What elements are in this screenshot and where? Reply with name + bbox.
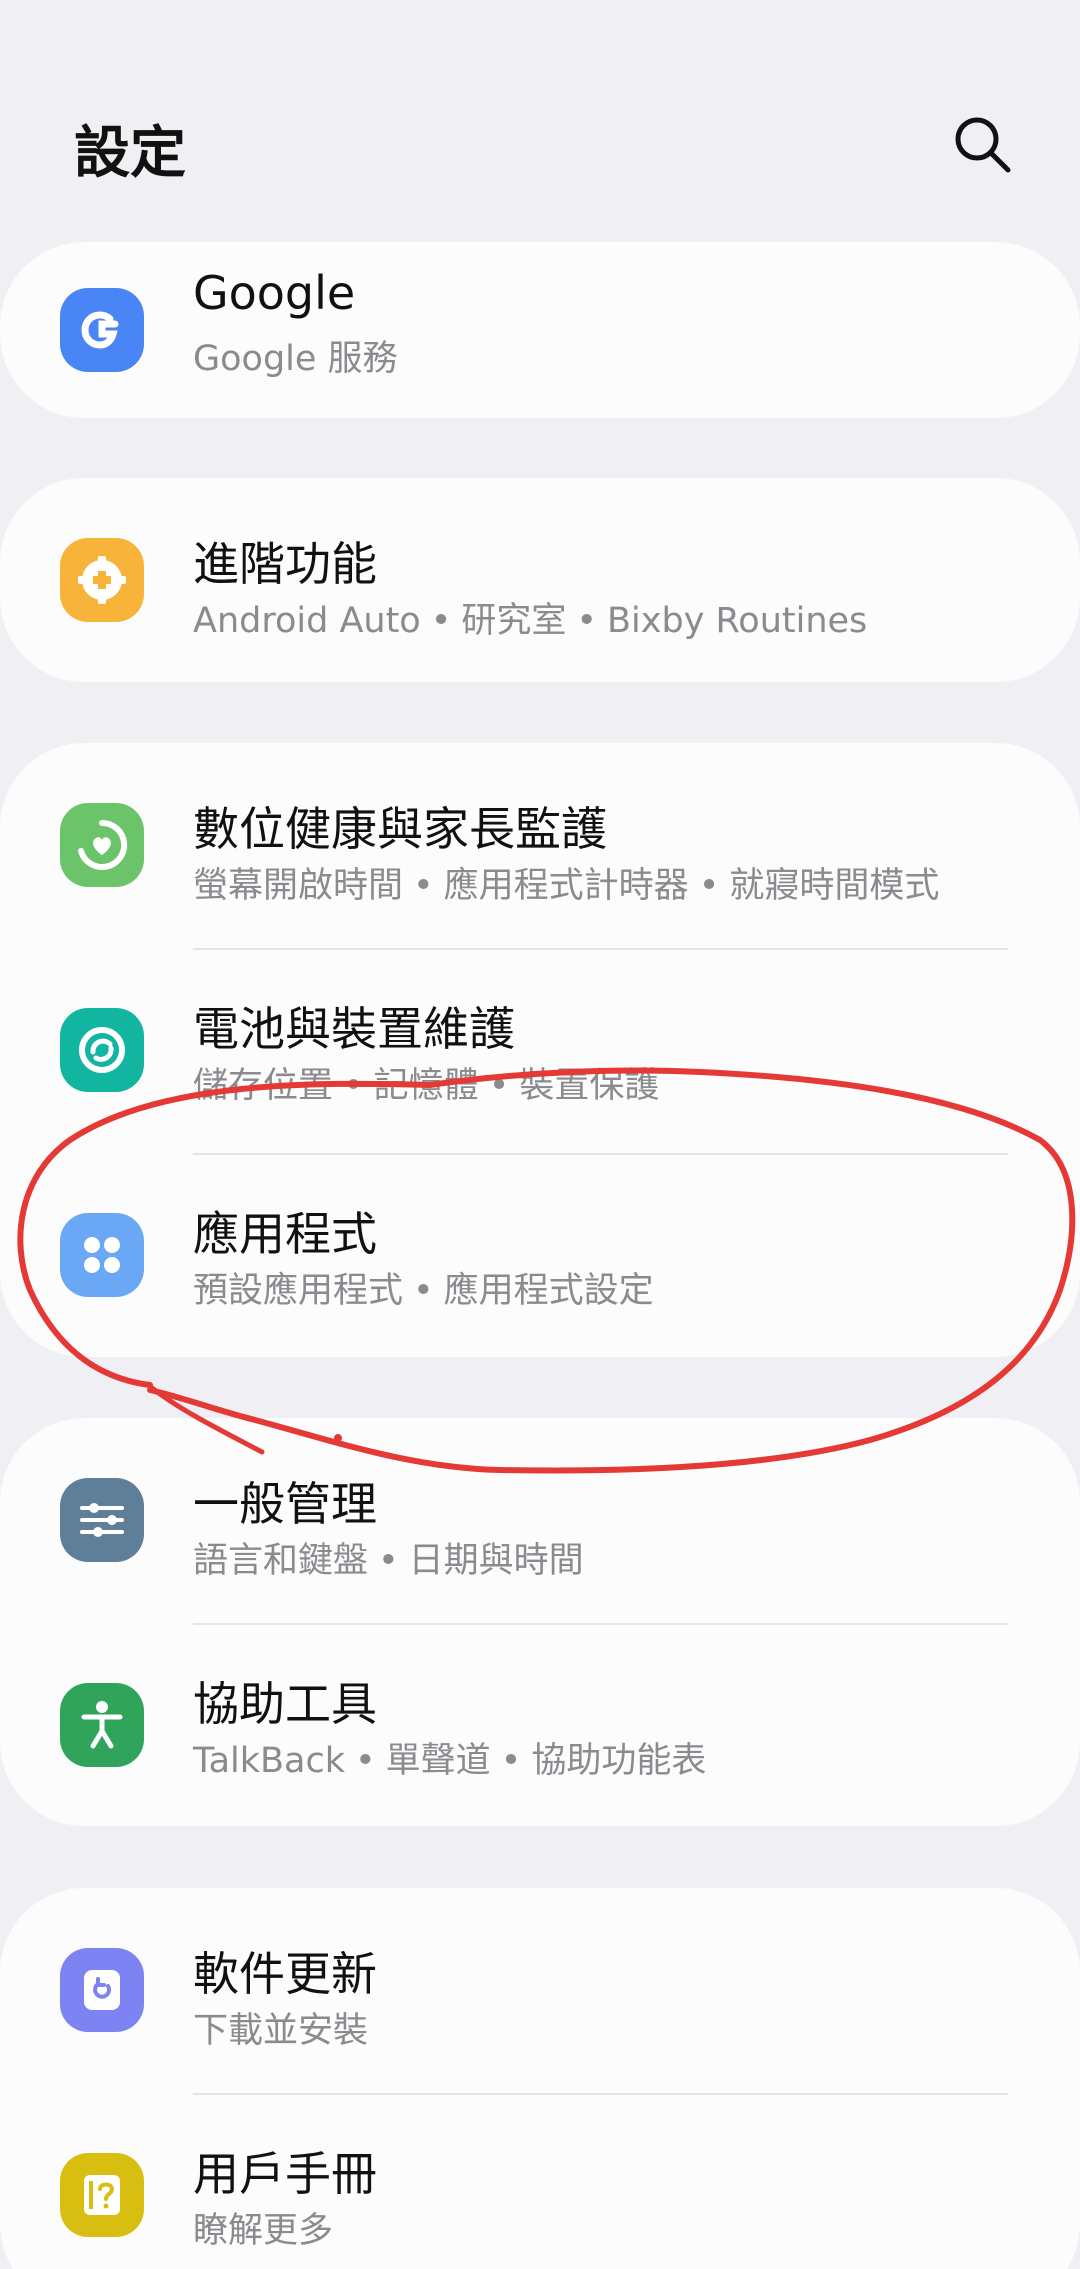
subtitle-part: 單聲道 [385, 1741, 491, 1781]
settings-item-label: 進階功能 [193, 537, 377, 591]
card-device: 數位健康與家長監護 螢幕開啟時間 • 應用程式計時器 • 就寢時間模式 電池與裝置維護 … [0, 743, 1080, 1357]
settings-item-label: 數位健康與家長監護 [193, 802, 607, 856]
settings-item-subtitle: 瞭解更多 [193, 2202, 333, 2253]
settings-item-label: 電池與裝置維護 [193, 1002, 515, 1056]
digital-wellbeing-icon [60, 803, 144, 887]
subtitle-part: 下載並安裝 [193, 2011, 369, 2051]
software-update-icon [60, 1948, 144, 2032]
subtitle-part: Bixby Routines [607, 601, 868, 641]
subtitle-part: 語言和鍵盤 [193, 1541, 369, 1581]
settings-item-label: Google [193, 266, 356, 320]
card-support: 軟件更新 下載並安裝 用戶手冊 瞭解更多 [0, 1888, 1080, 2269]
subtitle-part: 日期與時間 [408, 1541, 584, 1581]
settings-item-software-update[interactable]: 軟件更新 下載並安裝 [0, 1888, 1080, 2092]
settings-item-label: 軟件更新 [193, 1947, 377, 2001]
subtitle-part: 協助功能表 [531, 1741, 707, 1781]
page-title: 設定 [74, 121, 186, 186]
settings-item-label: 協助工具 [193, 1677, 377, 1731]
settings-item-subtitle: 語言和鍵盤 • 日期與時間 [193, 1541, 584, 1581]
subtitle-part: 應用程式設定 [443, 1271, 654, 1311]
settings-item-subtitle: 螢幕開啟時間 • 應用程式計時器 • 就寢時間模式 [193, 866, 940, 906]
subtitle-part: 螢幕開啟時間 [193, 866, 404, 906]
subtitle-part: 裝置保護 [519, 1066, 660, 1106]
settings-item-apps[interactable]: 應用程式 預設應用程式 • 應用程式設定 [0, 1153, 1080, 1357]
subtitle-part: Android Auto [193, 601, 421, 641]
user-manual-icon [60, 2153, 144, 2237]
general-management-icon [60, 1478, 144, 1562]
settings-item-general-management[interactable]: 一般管理 語言和鍵盤 • 日期與時間 [0, 1418, 1080, 1622]
settings-item-user-manual[interactable]: 用戶手冊 瞭解更多 [0, 2093, 1080, 2269]
settings-item-label: 應用程式 [193, 1207, 377, 1261]
subtitle-part: 記憶體 [373, 1066, 479, 1106]
subtitle-part: 瞭解更多 [193, 2211, 334, 2251]
device-care-icon [60, 1008, 144, 1092]
settings-item-accessibility[interactable]: 協助工具 TalkBack • 單聲道 • 協助功能表 [0, 1623, 1080, 1827]
card-advanced: 進階功能 Android Auto • 研究室 • Bixby Routines [0, 478, 1080, 682]
apps-icon [60, 1213, 144, 1297]
settings-item-digital-wellbeing[interactable]: 數位健康與家長監護 螢幕開啟時間 • 應用程式計時器 • 就寢時間模式 [0, 743, 1080, 947]
subtitle-part: TalkBack [193, 1741, 345, 1781]
subtitle-part: 應用程式計時器 [443, 866, 689, 906]
settings-item-subtitle: Google 服務 [193, 330, 398, 381]
google-icon [60, 288, 144, 372]
settings-screen: 設定 Google Google 服務 進階功能 Android Auto • … [0, 0, 1080, 2269]
subtitle-part: 就寢時間模式 [729, 866, 940, 906]
card-google: Google Google 服務 [0, 242, 1080, 418]
settings-item-battery-device-care[interactable]: 電池與裝置維護 儲存位置 • 記憶體 • 裝置保護 [0, 948, 1080, 1152]
settings-item-subtitle: 儲存位置 • 記憶體 • 裝置保護 [193, 1066, 660, 1106]
settings-item-subtitle: 下載並安裝 [193, 2002, 368, 2053]
subtitle-part: Google 服務 [193, 339, 398, 379]
settings-item-subtitle: TalkBack • 單聲道 • 協助功能表 [193, 1741, 707, 1781]
subtitle-part: 儲存位置 [193, 1066, 334, 1106]
header: 設定 [0, 0, 1080, 230]
subtitle-part: 預設應用程式 [193, 1271, 404, 1311]
card-system: 一般管理 語言和鍵盤 • 日期與時間 協助工具 TalkBack • 單聲道 • 協助功能表 [0, 1418, 1080, 1826]
settings-item-google[interactable]: Google Google 服務 [0, 228, 1080, 432]
settings-item-subtitle: 預設應用程式 • 應用程式設定 [193, 1271, 654, 1311]
settings-item-label: 用戶手冊 [193, 2147, 377, 2201]
settings-item-advanced-features[interactable]: 進階功能 Android Auto • 研究室 • Bixby Routines [0, 478, 1080, 682]
settings-item-label: 一般管理 [193, 1477, 377, 1531]
search-button[interactable] [950, 112, 1014, 176]
advanced-features-icon [60, 538, 144, 622]
accessibility-icon [60, 1683, 144, 1767]
settings-item-subtitle: Android Auto • 研究室 • Bixby Routines [193, 601, 868, 641]
search-icon [955, 117, 1011, 173]
subtitle-part: 研究室 [461, 601, 567, 641]
